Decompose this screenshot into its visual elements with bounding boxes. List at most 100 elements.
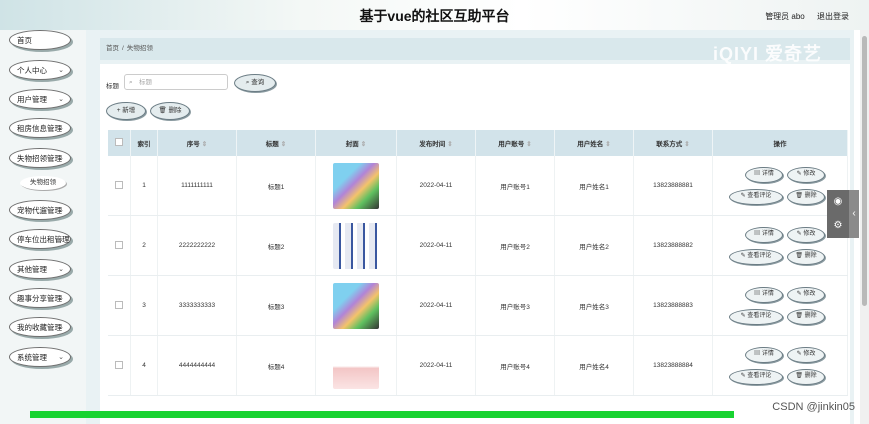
sidebar-subitem-lost-found[interactable]: 失物招领 — [20, 176, 66, 190]
column-header[interactable]: 用户账号 ⇕ — [475, 130, 555, 156]
cover-image[interactable] — [333, 282, 379, 329]
detail-icon: ▤ — [754, 230, 762, 237]
delete-button[interactable]: 🗑 删除 — [787, 308, 825, 325]
cell-date: 2022-04-11 — [396, 275, 476, 336]
camera-icon[interactable]: ◉ — [827, 190, 849, 214]
sidebar-item-system[interactable]: 系统管理 ⌄ — [9, 347, 71, 367]
batch-delete-button[interactable]: 🗑 删除 — [150, 102, 190, 120]
settings-icon[interactable]: ⚙ — [827, 214, 849, 238]
cell-name: 用户姓名1 — [554, 156, 634, 216]
sidebar-item-profile[interactable]: 个人中心 ⌄ — [9, 60, 71, 80]
cover-image[interactable] — [333, 342, 379, 389]
sidebar-item-users[interactable]: 用户管理 ⌄ — [9, 89, 71, 109]
column-header: 操作 — [712, 130, 848, 156]
trash-icon: 🗑 — [158, 107, 169, 114]
edit-button[interactable]: ✎ 修改 — [787, 346, 825, 363]
cell-index: 3 — [130, 275, 158, 336]
row-checkbox[interactable] — [108, 156, 131, 216]
column-header[interactable]: 用户姓名 ⇕ — [554, 130, 634, 156]
sidebar-item-pet[interactable]: 宠物代遛管理 ⌄ — [9, 200, 71, 220]
app-header: 基于vue的社区互助平台 管理员 abo 退出登录 — [0, 0, 869, 30]
edit-button[interactable]: ✎ 修改 — [787, 166, 825, 183]
row-checkbox[interactable] — [108, 275, 131, 336]
cell-cover — [315, 156, 397, 216]
view-comments-button[interactable]: ✎ 查看评论 — [729, 368, 783, 385]
table-header-row: 索引 序号 ⇕ 标题 ⇕ 封面 ⇕ 发布时间 ⇕ 用户账号 ⇕ 用户姓名 ⇕ 联系方式 ⇕ 操… — [108, 130, 848, 156]
edit-button[interactable]: ✎ 修改 — [787, 286, 825, 303]
cover-image[interactable] — [333, 162, 379, 209]
add-label: 新增 — [122, 107, 136, 114]
cell-cover — [315, 215, 397, 276]
chevron-down-icon: ⌄ — [58, 96, 64, 103]
video-progress-bar[interactable] — [30, 411, 734, 418]
sidebar-item-parking[interactable]: 停车位出租管理 ⌄ — [9, 229, 71, 249]
select-all-checkbox[interactable] — [108, 130, 131, 156]
sidebar-item-label: 首页 — [17, 35, 32, 45]
cell-phone: 13823888883 — [633, 275, 713, 336]
view-comments-button[interactable]: ✎ 查看评论 — [729, 248, 783, 265]
sidebar-item-label: 用户管理 — [17, 94, 47, 104]
chevron-down-icon: ⌄ — [58, 67, 64, 74]
sort-icon: ⇕ — [684, 141, 690, 148]
cell-title: 标题3 — [236, 275, 316, 336]
column-header[interactable]: 标题 ⇕ — [236, 130, 316, 156]
row-checkbox[interactable] — [108, 215, 131, 276]
breadcrumb-home[interactable]: 首页 — [106, 45, 119, 52]
cell-cover — [315, 335, 397, 396]
header-user-area: 管理员 abo 退出登录 — [755, 11, 849, 22]
sidebar-item-home[interactable]: 首页 — [9, 30, 71, 50]
detail-button[interactable]: ▤ 详情 — [745, 286, 783, 303]
chevron-down-icon: ⌄ — [58, 324, 64, 331]
delete-button[interactable]: 🗑 删除 — [787, 188, 825, 205]
search-input[interactable]: ⌕ 标题 — [124, 74, 228, 90]
cell-index: 1 — [130, 156, 158, 216]
main-content: 首页 / 失物招领 iQIYI 爱奇艺 标题 ⌕ 标题 ⌕ 查询 + 新增 🗑 删除… — [86, 30, 854, 424]
sidebar-item-other[interactable]: 其他管理 ⌄ — [9, 259, 71, 279]
query-button[interactable]: ⌕ 查询 — [234, 74, 276, 92]
breadcrumb-separator: / — [122, 45, 124, 52]
delete-button[interactable]: 🗑 删除 — [787, 248, 825, 265]
collapse-arrow-icon[interactable]: ‹ — [849, 190, 859, 238]
cell-name: 用户姓名2 — [554, 215, 634, 276]
sidebar-item-label: 趣事分享管理 — [17, 293, 62, 303]
cover-image[interactable] — [333, 222, 379, 269]
trash-icon: 🗑 — [795, 192, 805, 199]
delete-button[interactable]: 🗑 删除 — [787, 368, 825, 385]
column-header[interactable]: 封面 ⇕ — [315, 130, 397, 156]
column-header[interactable]: 发布时间 ⇕ — [396, 130, 476, 156]
cell-serial: 2222222222 — [157, 215, 237, 276]
add-button[interactable]: + 新增 — [106, 102, 146, 120]
detail-button[interactable]: ▤ 详情 — [745, 166, 783, 183]
column-header[interactable]: 序号 ⇕ — [157, 130, 237, 156]
sidebar-item-stories[interactable]: 趣事分享管理 ⌄ — [9, 288, 71, 308]
sidebar-item-favorites[interactable]: 我的收藏管理 ⌄ — [9, 317, 71, 337]
detail-icon: ▤ — [754, 350, 762, 357]
sidebar: 首页 个人中心 ⌄ 用户管理 ⌄ 租房信息管理 ⌄ 失物招领管理 ⌄ 失物招领 宠物代遛… — [0, 30, 86, 424]
column-header[interactable]: 联系方式 ⇕ — [633, 130, 713, 156]
cell-index: 4 — [130, 335, 158, 396]
chevron-down-icon: ⌄ — [58, 155, 64, 162]
detail-button[interactable]: ▤ 详情 — [745, 226, 783, 243]
brand-logo: iQIYI 爱奇艺 — [712, 44, 822, 64]
view-comments-button[interactable]: ✎ 查看评论 — [729, 308, 783, 325]
logout-link[interactable]: 退出登录 — [817, 12, 849, 21]
cell-account: 用户账号3 — [475, 275, 555, 336]
detail-icon: ▤ — [754, 170, 762, 177]
sidebar-item-rental[interactable]: 租房信息管理 ⌄ — [9, 118, 71, 138]
edit-button[interactable]: ✎ 修改 — [787, 226, 825, 243]
query-label: 查询 — [251, 79, 265, 86]
scrollbar-thumb[interactable] — [862, 36, 867, 306]
delete-label: 删除 — [168, 107, 182, 114]
cell-phone: 13823888884 — [633, 335, 713, 396]
cell-index: 2 — [130, 215, 158, 276]
detail-button[interactable]: ▤ 详情 — [745, 346, 783, 363]
sidebar-item-lost-found[interactable]: 失物招领管理 ⌄ — [9, 148, 71, 168]
table-row: 2 2222222222 标题2 2022-04-11 用户账号2 用户姓名2 … — [108, 215, 848, 276]
chevron-down-icon: ⌄ — [58, 207, 64, 214]
column-header: 索引 — [130, 130, 158, 156]
view-comments-button[interactable]: ✎ 查看评论 — [729, 188, 783, 205]
row-checkbox[interactable] — [108, 335, 131, 396]
search-label: 标题 — [106, 83, 119, 90]
sort-icon: ⇕ — [280, 141, 287, 148]
cell-date: 2022-04-11 — [396, 335, 476, 396]
